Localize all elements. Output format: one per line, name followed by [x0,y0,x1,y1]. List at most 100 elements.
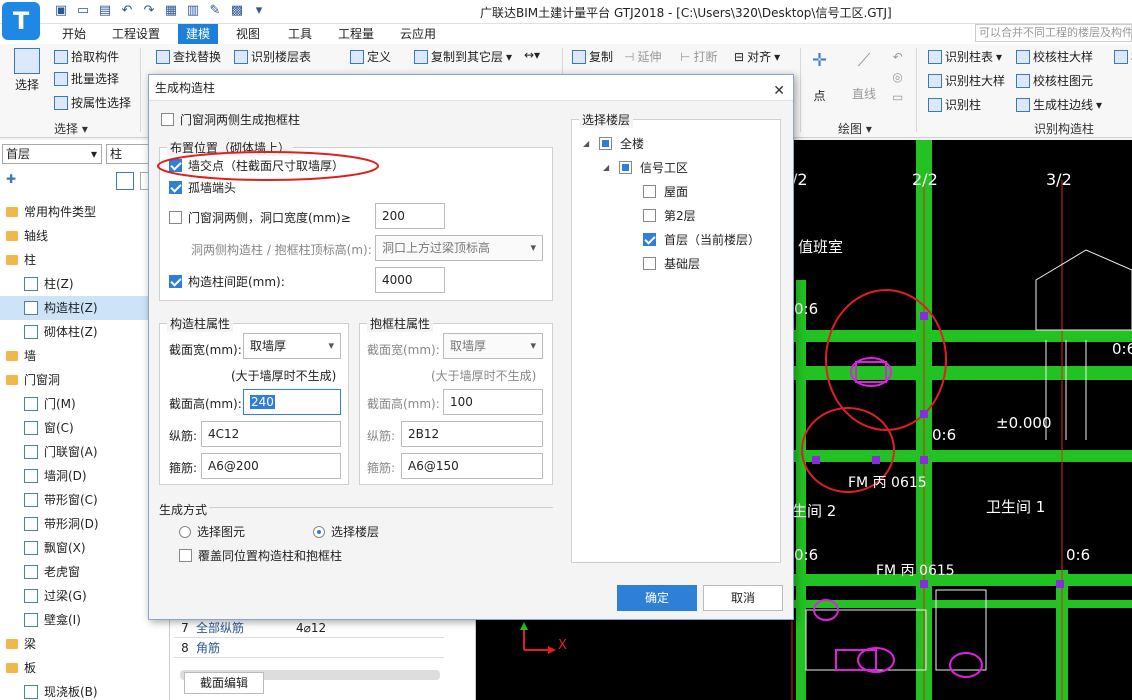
section-edit-button[interactable]: 截面编辑 [184,672,264,694]
align-button[interactable]: ⊟ 对齐 ▾ [734,48,780,65]
top-elev-select[interactable]: 洞口上方过梁顶标高 [375,235,543,261]
batch-select-button[interactable]: 批量选择 [54,70,119,87]
opening-width-input[interactable]: 200 [375,203,445,229]
copy-button[interactable]: 复制 [572,48,613,65]
tree-item[interactable]: 门联窗(A) [0,440,170,464]
tab-project-settings[interactable]: 工程设置 [104,24,168,44]
break-button[interactable]: ⊢ 打断 [680,48,717,65]
checkbox-partial[interactable] [599,137,612,150]
floor-select[interactable]: 首层 ▾ [2,144,102,164]
opening-sides-checkbox[interactable]: 门窗洞两侧，洞口宽度(mm)≥ [169,209,351,226]
pen-icon[interactable]: ✎ [206,2,224,20]
tab-modeling[interactable]: 建模 [178,24,219,44]
grid-icon[interactable]: ▩ [228,2,246,20]
frame-height-input[interactable]: 100 [443,389,543,415]
tab-quantities[interactable]: 工程量 [330,24,382,44]
tree-folder[interactable]: 门窗洞 [0,368,170,392]
floor-item-2[interactable]: 第2层 [643,207,696,224]
identify-column-detail-button[interactable]: 识别柱大样 [928,72,1005,89]
select-button[interactable]: 选择 [14,48,40,93]
tree-item[interactable]: 现浇板(B) [0,680,170,700]
ruler-icon[interactable]: ▦ [162,2,180,20]
check-column-element-button[interactable]: 校核柱图元 [1016,72,1093,89]
add-icon[interactable]: ✚ [6,172,16,186]
ok-button[interactable]: 确定 [617,585,697,611]
mirror-icon[interactable]: ↔▾ [524,48,540,62]
identify-floor-table-button[interactable]: 识别楼层表 [234,48,311,65]
calc-icon[interactable]: ▥ [184,2,202,20]
tree-item[interactable]: 构造柱(Z) [0,296,170,320]
tree-item[interactable]: 窗(C) [0,416,170,440]
check-partial-button[interactable]: 校 [1114,48,1132,65]
open-folder-icon[interactable]: ▤ [96,2,114,20]
tree-folder[interactable]: 梁 [0,632,170,656]
mode-element-radio[interactable]: 选择图元 [179,523,245,540]
extend-button[interactable]: ⊣ 延伸 [624,48,661,65]
point-button[interactable]: ✛ 点 [812,50,827,104]
spacing-input[interactable]: 4000 [375,267,445,293]
tree-folder[interactable]: 墙 [0,344,170,368]
tab-cloud[interactable]: 云应用 [392,24,444,44]
copy-to-floor-button[interactable]: 复制到其它层 ▾ [414,48,512,65]
identify-column-table-button[interactable]: 识别柱表 ▾ [928,48,1002,65]
tree-item[interactable]: 墙洞(D) [0,464,170,488]
table-row[interactable]: 7 全部纵筋 4⌀12 [174,618,444,638]
undo-icon[interactable]: ↶ [118,2,136,20]
redo-icon[interactable]: ↷ [140,2,158,20]
tab-start[interactable]: 开始 [54,24,94,44]
floor-item-roof[interactable]: 屋面 [643,183,688,200]
check-column-detail-button[interactable]: 校核柱大样 [1016,48,1093,65]
line-button[interactable]: ⟋ 直线 [852,50,876,102]
tree-item[interactable]: 柱(Z) [0,272,170,296]
col-long-input[interactable]: 4C12 [201,421,341,447]
tree-item[interactable]: 壁龛(I) [0,608,170,632]
frame-stirrup-input[interactable]: A6@150 [401,453,543,479]
arc-tools[interactable]: ↶ ◎ ▭ [892,50,903,104]
select-group-label[interactable]: 选择 ▾ [54,120,88,137]
frame-long-input[interactable]: 2B12 [401,421,543,447]
tree-item[interactable]: 门(M) [0,392,170,416]
gen-column-edge-button[interactable]: 生成柱边线 ▾ [1016,96,1102,113]
new-file-icon[interactable]: ▭ [74,2,92,20]
col-height-input[interactable]: 240 [243,389,341,415]
tree-item[interactable]: 飘窗(X) [0,536,170,560]
tab-tools[interactable]: 工具 [280,24,320,44]
define-button[interactable]: 定义 [350,48,391,65]
app-logo[interactable]: T [2,2,40,40]
tree-folder[interactable]: 常用构件类型 [0,200,170,224]
tree-item[interactable]: 老虎窗 [0,560,170,584]
tree-folder[interactable]: 板 [0,656,170,680]
col-stirrup-input[interactable]: A6@200 [201,453,341,479]
tree-item[interactable]: 过梁(G) [0,584,170,608]
ribbon-search-input[interactable]: 可以合并不同工程的楼层及构件 [975,24,1132,42]
checkbox-partial[interactable] [619,161,632,174]
tree-item[interactable]: 带形洞(D) [0,512,170,536]
tree-item[interactable]: 砌体柱(Z) [0,320,170,344]
floor-tree-project[interactable]: ◢ 信号工区 [603,159,688,176]
gen-at-openings-checkbox[interactable]: 门窗洞两侧生成抱框柱 [161,111,300,128]
floor-item-ground[interactable]: 首层（当前楼层） [643,231,760,248]
floor-item-foundation[interactable]: 基础层 [643,255,700,272]
close-icon[interactable]: ✕ [773,78,785,104]
override-checkbox[interactable]: 覆盖同位置构造柱和抱框柱 [179,547,342,564]
cancel-button[interactable]: 取消 [703,585,783,611]
expand-icon[interactable]: ◢ [583,139,591,148]
pick-component-button[interactable]: 拾取构件 [54,48,119,65]
tab-view[interactable]: 视图 [228,24,268,44]
wall-end-checkbox[interactable]: 孤墙端头 [169,179,236,196]
draw-group-label[interactable]: 绘图 ▾ [838,120,872,137]
tree-item[interactable]: 带形窗(C) [0,488,170,512]
col-width-select[interactable]: 取墙厚 [243,333,341,359]
expand-icon[interactable]: ◢ [603,163,611,172]
table-row[interactable]: 8 角筋 [174,638,444,658]
save-icon[interactable]: ▣ [52,2,70,20]
attr-select-button[interactable]: 按属性选择 [54,94,131,111]
spacing-checkbox[interactable]: 构造柱间距(mm): [169,273,285,290]
dropdown-icon[interactable]: ▾ [250,2,268,20]
tree-folder[interactable]: 轴线 [0,224,170,248]
identify-column-button[interactable]: 识别柱 [928,96,981,113]
floor-tree-all[interactable]: ◢ 全楼 [583,135,644,152]
find-replace-button[interactable]: 查找替换 [156,48,221,65]
mode-floor-radio[interactable]: 选择楼层 [313,523,379,540]
list-view-icon[interactable] [116,172,134,190]
